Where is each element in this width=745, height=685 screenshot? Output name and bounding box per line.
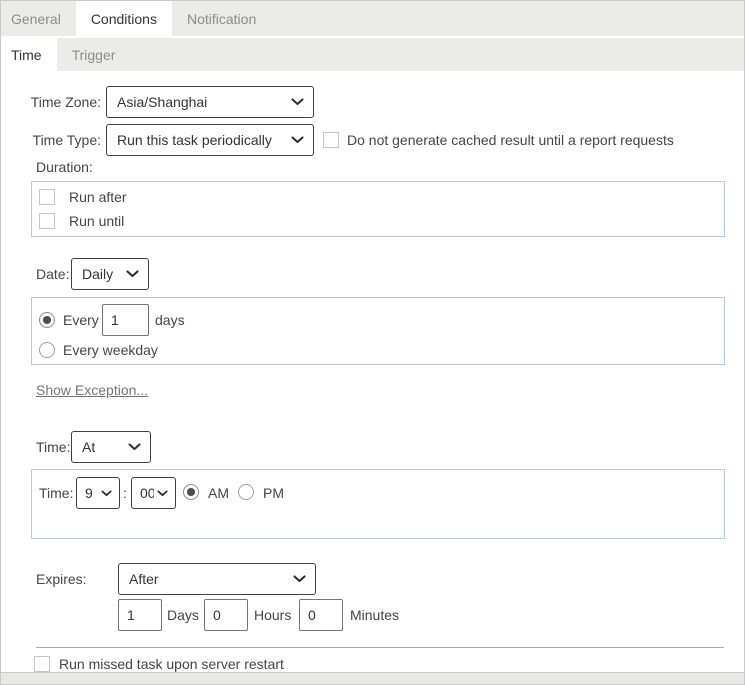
chevron-down-icon: [101, 490, 112, 497]
duration-groupbox: Run after Run until: [31, 181, 725, 237]
time-mode-select[interactable]: At: [71, 431, 151, 463]
expire-days-label: Days: [167, 607, 199, 623]
footer-bar: [1, 672, 744, 684]
divider: [36, 647, 724, 648]
expire-hours-input[interactable]: [204, 599, 248, 631]
expire-hours-label: Hours: [254, 607, 291, 623]
expires-label: Expires:: [36, 571, 87, 587]
tab-conditions[interactable]: Conditions: [76, 1, 172, 36]
every-days-radio[interactable]: [39, 312, 55, 328]
run-missed-checkbox[interactable]: [34, 656, 50, 672]
duration-label: Duration:: [36, 159, 93, 175]
expires-select[interactable]: After: [118, 563, 316, 595]
secondary-tab-bar: Time Trigger: [1, 38, 744, 71]
timezone-select[interactable]: Asia/Shanghai: [106, 86, 314, 118]
time-mode-select-value: At: [82, 439, 95, 455]
date-select-value: Daily: [82, 266, 113, 282]
minute-select-value: 00: [140, 485, 154, 501]
show-exception-link[interactable]: Show Exception...: [36, 382, 148, 398]
date-label: Date:: [36, 266, 69, 282]
chevron-down-icon: [126, 270, 139, 278]
every-days-label: Every: [63, 312, 99, 328]
timetype-label: Time Type:: [21, 132, 101, 148]
timetype-select-value: Run this task periodically: [117, 132, 272, 148]
run-until-label: Run until: [69, 213, 124, 229]
timetype-select[interactable]: Run this task periodically: [106, 124, 314, 156]
time-detail-groupbox: Time: 9 : 00 AM PM: [31, 469, 725, 539]
run-missed-label: Run missed task upon server restart: [59, 656, 284, 672]
run-until-checkbox[interactable]: [39, 213, 55, 229]
chevron-down-icon: [291, 98, 304, 106]
hour-select-value: 9: [85, 485, 93, 501]
hour-select[interactable]: 9: [76, 477, 120, 509]
cache-result-label: Do not generate cached result until a re…: [347, 132, 674, 148]
expire-minutes-input[interactable]: [299, 599, 343, 631]
pm-label: PM: [263, 485, 284, 501]
chevron-down-icon: [157, 490, 168, 497]
expire-minutes-label: Minutes: [350, 607, 399, 623]
primary-tab-bar: General Conditions Notification: [1, 1, 744, 37]
every-days-input[interactable]: [102, 304, 149, 336]
time-mode-label: Time:: [36, 439, 70, 455]
chevron-down-icon: [293, 575, 306, 583]
tab-time[interactable]: Time: [1, 38, 57, 71]
run-after-checkbox[interactable]: [39, 189, 55, 205]
tab-notification[interactable]: Notification: [172, 1, 271, 36]
pm-radio[interactable]: [238, 484, 254, 500]
timezone-label: Time Zone:: [21, 94, 101, 110]
date-select[interactable]: Daily: [71, 258, 149, 290]
timezone-select-value: Asia/Shanghai: [117, 94, 207, 110]
am-label: AM: [208, 485, 229, 501]
minute-select[interactable]: 00: [131, 477, 176, 509]
cache-result-checkbox[interactable]: [323, 132, 339, 148]
every-weekday-radio[interactable]: [39, 342, 55, 358]
schedule-conditions-panel: General Conditions Notification Time Tri…: [0, 0, 745, 685]
expires-select-value: After: [129, 571, 159, 587]
tab-trigger[interactable]: Trigger: [57, 38, 131, 71]
run-after-label: Run after: [69, 189, 127, 205]
chevron-down-icon: [291, 136, 304, 144]
chevron-down-icon: [128, 443, 141, 451]
every-days-suffix-label: days: [155, 312, 185, 328]
tab-general[interactable]: General: [1, 1, 76, 36]
time-separator: :: [123, 485, 127, 501]
am-radio[interactable]: [183, 484, 199, 500]
every-weekday-label: Every weekday: [63, 342, 158, 358]
date-options-groupbox: Every days Every weekday: [31, 297, 725, 365]
time-detail-label: Time:: [39, 485, 73, 501]
expire-days-input[interactable]: [118, 599, 162, 631]
